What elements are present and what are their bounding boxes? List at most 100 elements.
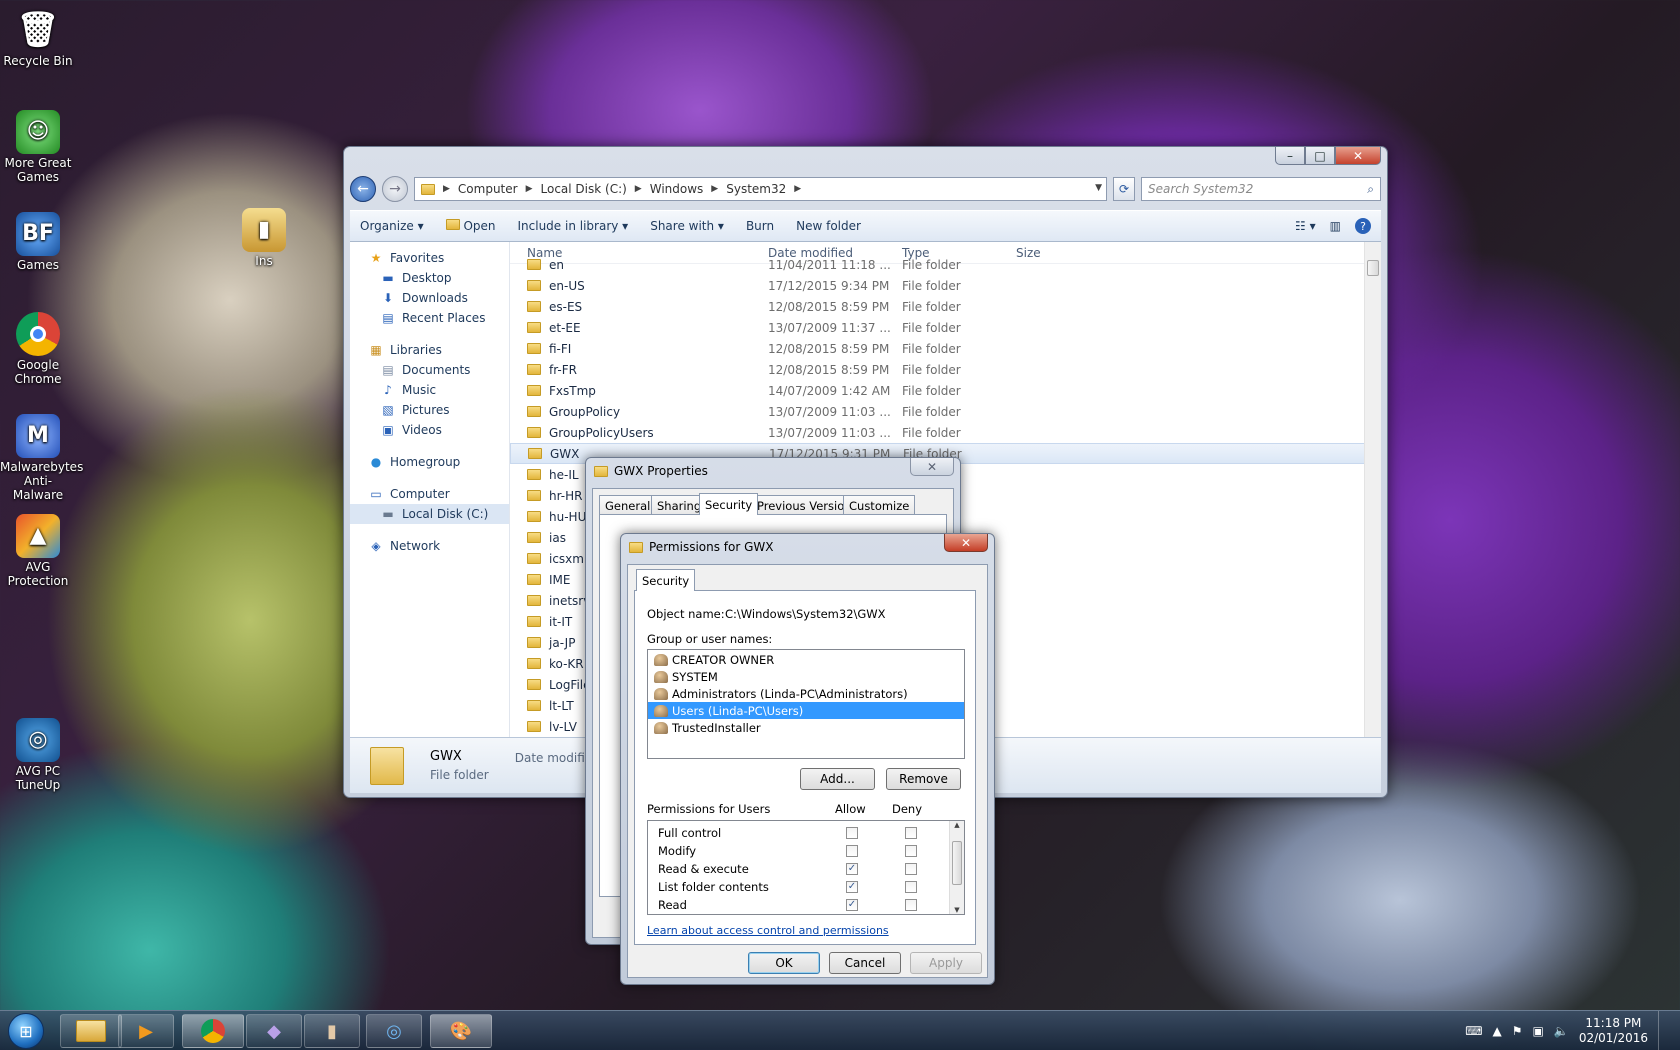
nav-favorites[interactable]: ★ Favorites (350, 248, 509, 268)
table-row[interactable]: en-US 17/12/2015 9:34 PM File folder (510, 275, 1381, 296)
table-row[interactable]: fr-FR 12/08/2015 8:59 PM File folder (510, 359, 1381, 380)
nav-computer[interactable]: ▭ Computer (350, 484, 509, 504)
apply-button[interactable]: Apply (910, 952, 982, 974)
action-center-icon[interactable]: ⚑ (1512, 1024, 1523, 1038)
user-list-item[interactable]: TrustedInstaller (648, 719, 964, 736)
deny-checkbox[interactable] (905, 899, 917, 911)
allow-checkbox[interactable]: ✓ (846, 881, 858, 893)
close-button[interactable]: ✕ (1335, 147, 1381, 165)
new-folder-button[interactable]: New folder (796, 219, 861, 233)
allow-checkbox[interactable] (846, 845, 858, 857)
taskbar-tuneup[interactable]: ◎ (366, 1014, 422, 1048)
nav-downloads[interactable]: ⬇ Downloads (350, 288, 509, 308)
keyboard-icon[interactable]: ⌨ (1465, 1024, 1482, 1038)
back-button[interactable]: ← (350, 176, 376, 202)
nav-homegroup[interactable]: ● Homegroup (350, 452, 509, 472)
desktop-icon-recycle-bin[interactable]: 🗑 Recycle Bin (0, 8, 76, 68)
taskbar-chrome[interactable] (182, 1014, 244, 1048)
deny-checkbox[interactable] (905, 863, 917, 875)
breadcrumb-computer[interactable]: Computer (458, 182, 518, 196)
nav-pictures[interactable]: ▧ Pictures (350, 400, 509, 420)
breadcrumb-windows[interactable]: Windows (650, 182, 704, 196)
share-with-button[interactable]: Share with ▾ (650, 219, 724, 233)
nav-libraries[interactable]: ▦ Libraries (350, 340, 509, 360)
address-bar[interactable]: ▶ Computer ▶ Local Disk (C:) ▶ Windows ▶… (414, 177, 1107, 201)
allow-checkbox[interactable] (846, 827, 858, 839)
desktop-icon-ins[interactable]: ▮ Ins (226, 208, 302, 268)
show-hidden-icons[interactable]: ▲ (1493, 1024, 1502, 1038)
forward-button[interactable]: → (382, 176, 408, 202)
preview-pane-icon[interactable]: ▥ (1330, 219, 1341, 233)
breadcrumb-system32[interactable]: System32 (726, 182, 786, 196)
remove-button[interactable]: Remove (886, 768, 961, 790)
view-options-icon[interactable]: ☷ ▾ (1295, 219, 1316, 233)
folder-icon (527, 259, 541, 270)
taskbar-explorer[interactable] (60, 1014, 122, 1048)
deny-checkbox[interactable] (905, 845, 917, 857)
allow-checkbox[interactable]: ✓ (846, 899, 858, 911)
nav-network[interactable]: ◈ Network (350, 536, 509, 556)
organize-button[interactable]: Organize ▾ (360, 219, 424, 233)
table-row[interactable]: fi-FI 12/08/2015 8:59 PM File folder (510, 338, 1381, 359)
taskbar-app-2[interactable]: ▮ (304, 1014, 360, 1048)
tab-security[interactable]: Security (699, 493, 759, 515)
table-row[interactable]: en 11/04/2011 11:18 ... File folder (510, 254, 1381, 275)
ok-button[interactable]: OK (748, 952, 820, 974)
nav-music[interactable]: ♪ Music (350, 380, 509, 400)
table-row[interactable]: es-ES 12/08/2015 8:59 PM File folder (510, 296, 1381, 317)
maximize-button[interactable]: □ (1305, 147, 1335, 165)
cancel-button[interactable]: Cancel (829, 952, 901, 974)
deny-checkbox[interactable] (905, 827, 917, 839)
show-desktop-button[interactable] (1658, 1011, 1670, 1050)
network-icon[interactable]: ▣ (1533, 1024, 1544, 1038)
user-list[interactable]: CREATOR OWNER SYSTEM Administrators (Linda… (647, 649, 965, 759)
nav-videos[interactable]: ▣ Videos (350, 420, 509, 440)
desktop-icon-avg-protection[interactable]: ▲ AVG Protection (0, 514, 76, 588)
user-list-item[interactable]: Users (Linda-PC\Users) (648, 702, 964, 719)
refresh-button[interactable]: ⟳ (1113, 177, 1135, 201)
scroll-thumb[interactable] (1367, 260, 1379, 276)
deny-checkbox[interactable] (905, 881, 917, 893)
desktop-icon-chrome[interactable]: Google Chrome (0, 312, 76, 386)
properties-close-button[interactable]: ✕ (910, 458, 954, 476)
tab-customize[interactable]: Customize (843, 495, 916, 515)
allow-checkbox[interactable]: ✓ (846, 863, 858, 875)
desktop-icon-avg-tuneup[interactable]: ◎ AVG PC TuneUp (0, 718, 76, 792)
taskbar-media-player[interactable]: ▶ (118, 1014, 174, 1048)
nav-recent-places[interactable]: ▤ Recent Places (350, 308, 509, 328)
burn-button[interactable]: Burn (746, 219, 774, 233)
minimize-button[interactable]: – (1275, 147, 1305, 165)
taskbar-paint[interactable]: 🎨 (430, 1014, 492, 1048)
tab-general[interactable]: General (599, 495, 657, 515)
file-date-cell: 13/07/2009 11:03 ... (768, 404, 891, 419)
start-button[interactable]: ⊞ (4, 1011, 48, 1050)
include-in-library-button[interactable]: Include in library ▾ (518, 219, 629, 233)
search-input[interactable]: Search System32 ⌕ (1141, 177, 1381, 201)
user-list-item[interactable]: Administrators (Linda-PC\Administrators) (648, 685, 964, 702)
desktop-icon-more-games[interactable]: ☺ More Great Games (0, 110, 76, 184)
learn-link[interactable]: Learn about access control and permissio… (647, 924, 889, 937)
column-size[interactable]: Size (1016, 246, 1096, 260)
desktop-icon-malwarebytes[interactable]: M Malwarebytes Anti-Malware (0, 414, 83, 502)
user-list-item[interactable]: SYSTEM (648, 668, 964, 685)
nav-desktop[interactable]: ▬ Desktop (350, 268, 509, 288)
help-icon[interactable]: ? (1355, 218, 1371, 234)
taskbar-app-1[interactable]: ◆ (246, 1014, 302, 1048)
vertical-scrollbar[interactable] (1364, 242, 1381, 737)
table-row[interactable]: GroupPolicyUsers 13/07/2009 11:03 ... File… (510, 422, 1381, 443)
table-row[interactable]: GroupPolicy 13/07/2009 11:03 ... File fold… (510, 401, 1381, 422)
add-button[interactable]: Add... (800, 768, 875, 790)
user-list-item[interactable]: CREATOR OWNER (648, 651, 964, 668)
nav-documents[interactable]: ▤ Documents (350, 360, 509, 380)
permissions-close-button[interactable]: ✕ (944, 534, 988, 552)
nav-local-disk[interactable]: ▬ Local Disk (C:) (350, 504, 509, 524)
chevron-down-icon[interactable]: ▼ (1095, 183, 1102, 193)
table-row[interactable]: FxsTmp 14/07/2009 1:42 AM File folder (510, 380, 1381, 401)
desktop-icon-games[interactable]: BF Games (0, 212, 76, 272)
tab-security[interactable]: Security (636, 569, 696, 591)
breadcrumb-local-disk[interactable]: Local Disk (C:) (541, 182, 627, 196)
open-button[interactable]: Open (445, 219, 496, 233)
table-row[interactable]: et-EE 13/07/2009 11:37 ... File folder (510, 317, 1381, 338)
volume-icon[interactable]: 🔈 (1554, 1024, 1569, 1038)
clock[interactable]: 11:18 PM 02/01/2016 (1579, 1016, 1648, 1046)
